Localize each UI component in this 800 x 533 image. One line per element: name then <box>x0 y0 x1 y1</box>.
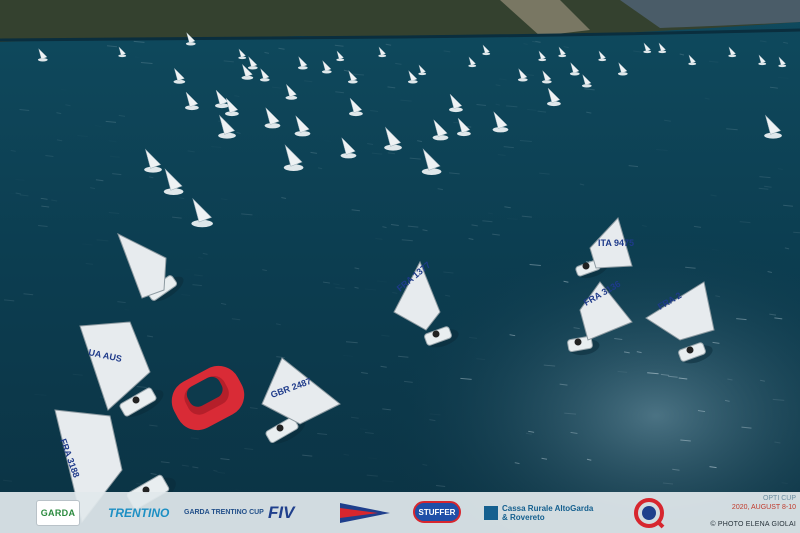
event-title: OPTI CUP <box>762 495 796 502</box>
sailor <box>582 262 590 270</box>
sailor <box>686 346 694 354</box>
sail-number: ITA 9475 <box>598 238 634 248</box>
cassa-rurale-mark <box>484 505 498 520</box>
club-flag-logo <box>338 492 392 533</box>
garda-logo: GARDA <box>36 500 80 526</box>
trentino-logo: TRENTINO <box>108 505 170 520</box>
sailor <box>132 396 140 404</box>
sun-glare <box>0 0 800 533</box>
sailor <box>574 338 582 346</box>
stuffer-logo: STUFFER <box>413 501 461 523</box>
event-logo <box>632 492 666 533</box>
event-dates: 2020, AUGUST 8-10 <box>731 504 796 511</box>
cassa-rurale-logo: Cassa Rurale AltoGarda & Rovereto <box>484 492 598 533</box>
event-info: OPTI CUP 2020, AUGUST 8-10 <box>672 494 796 512</box>
fiv-logo: FIV <box>268 502 295 522</box>
lake-scene: UA AUSFRA 3188GBR 2487FRA 1377ITA 9475FR… <box>0 0 800 533</box>
photo-credit: © PHOTO ELENA GIOLAI <box>710 521 796 528</box>
garda-trentino-cup-logo: GARDA TRENTINO CUP <box>184 509 264 516</box>
sailor <box>432 330 440 338</box>
regatta-photo: UA AUS FRA 3188 GBR 2487 FRA 1377 ITA 9475 FR… <box>0 0 800 533</box>
sailor <box>276 424 284 432</box>
